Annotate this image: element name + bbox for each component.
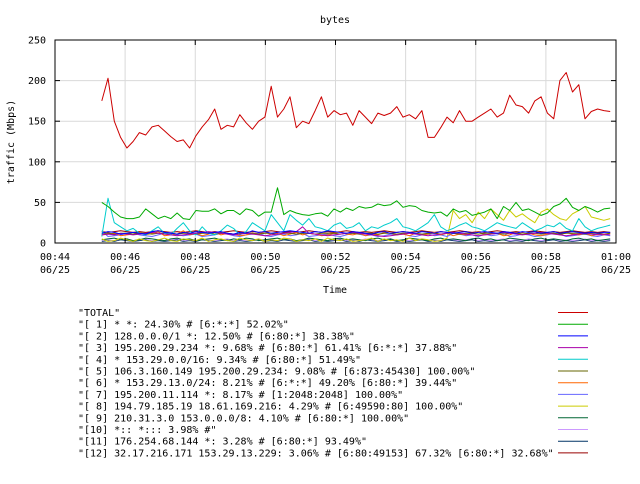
legend-label-11: "[11] 176.254.68.144 *: 3.28% # [6:80:*]… bbox=[78, 437, 367, 448]
legend-label-10: "[10] *:: *::: 3.98% #" bbox=[78, 425, 216, 436]
x-tick-label-date: 06/25 bbox=[461, 265, 491, 276]
traffic-chart: bytes Time traffic (Mbps) 0 50 100 150 200 25… bbox=[0, 0, 640, 480]
x-tick-label-date: 06/25 bbox=[250, 265, 280, 276]
legend-label-6: "[ 6] * 153.29.13.0/24: 8.21% # [6:*:*] … bbox=[78, 378, 457, 389]
x-tick-label-time: 00:44 bbox=[40, 252, 70, 263]
legend-label-4: "[ 4] * 153.29.0.0/16: 9.34% # [6:80:*] … bbox=[78, 355, 361, 366]
x-tick-label-time: 00:54 bbox=[391, 252, 421, 263]
y-tick-label: 200 bbox=[28, 76, 46, 87]
y-tick-label: 0 bbox=[40, 239, 46, 250]
legend-label-2: "[ 2] 128.0.0.0/1 *: 12.50% # [6:80:*] 3… bbox=[78, 331, 355, 342]
x-tick-label-date: 06/25 bbox=[40, 265, 70, 276]
x-tick-label-time: 00:50 bbox=[250, 252, 280, 263]
x-tick-label-date: 06/25 bbox=[110, 265, 140, 276]
x-tick-label-time: 00:46 bbox=[110, 252, 140, 263]
legend-label-0: "TOTAL" bbox=[78, 308, 120, 319]
legend-label-5: "[ 5] 106.3.160.149 195.200.29.234: 9.08… bbox=[78, 367, 475, 378]
chart-root: bytes Time traffic (Mbps) 0 50 100 150 200 25… bbox=[0, 0, 640, 480]
x-axis-label: Time bbox=[323, 285, 347, 296]
legend-label-1: "[ 1] * *: 24.30% # [6:*:*] 52.02%" bbox=[78, 320, 289, 331]
chart-title: bytes bbox=[320, 15, 350, 26]
legend-label-9: "[ 9] 210.31.3.0 153.0.0.0/8: 4.10% # [6… bbox=[78, 413, 409, 424]
x-tick-label-time: 01:00 bbox=[601, 252, 631, 263]
x-tick-label-date: 06/25 bbox=[531, 265, 561, 276]
legend-label-12: "[12] 32.17.216.171 153.29.13.229: 3.06%… bbox=[78, 448, 554, 459]
x-tick-label-time: 00:58 bbox=[531, 252, 561, 263]
y-tick-label: 150 bbox=[28, 117, 46, 128]
legend-label-7: "[ 7] 195.200.11.114 *: 8.17% # [1:2048:… bbox=[78, 390, 403, 401]
legend-label-3: "[ 3] 195.200.29.234 *: 9.68% # [6:80:*]… bbox=[78, 343, 457, 354]
y-axis-label: traffic (Mbps) bbox=[6, 100, 17, 184]
x-tick-label-date: 06/25 bbox=[320, 265, 350, 276]
x-tick-label-time: 00:56 bbox=[461, 252, 491, 263]
x-tick-label-date: 06/25 bbox=[601, 265, 631, 276]
x-tick-label-date: 06/25 bbox=[180, 265, 210, 276]
y-tick-label: 100 bbox=[28, 157, 46, 168]
x-tick-label-date: 06/25 bbox=[391, 265, 421, 276]
y-tick-label: 50 bbox=[34, 198, 46, 209]
y-tick-label: 250 bbox=[28, 36, 46, 47]
x-tick-label-time: 00:48 bbox=[180, 252, 210, 263]
legend-label-8: "[ 8] 194.79.185.19 18.61.169.216: 4.29%… bbox=[78, 402, 463, 413]
x-tick-label-time: 00:52 bbox=[320, 252, 350, 263]
